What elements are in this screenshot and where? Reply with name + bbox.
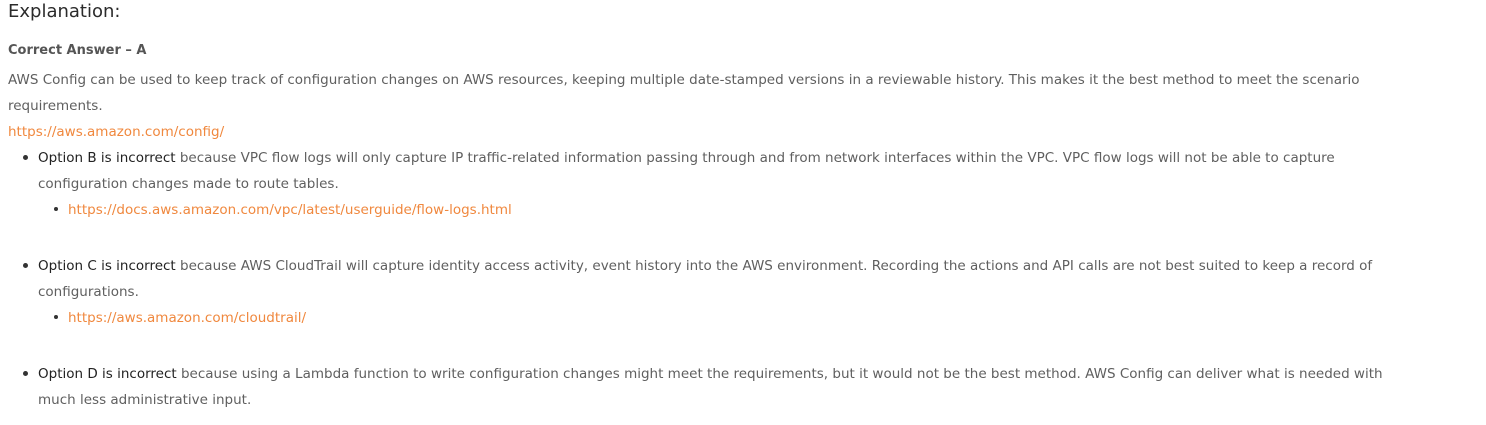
cloudtrail-link[interactable]: https://aws.amazon.com/cloudtrail/	[68, 305, 306, 331]
option-c-text: because AWS CloudTrail will capture iden…	[38, 258, 1373, 300]
option-b-lead: Option B is incorrect	[38, 150, 176, 166]
correct-answer-label: Correct Answer – A	[8, 43, 147, 58]
intro-paragraph: AWS Config can be used to keep track of …	[8, 72, 1360, 114]
option-b-text: because VPC flow logs will only capture …	[38, 150, 1335, 192]
option-d-lead: Option D is incorrect	[38, 366, 177, 382]
sub-bullet-icon	[54, 315, 58, 319]
flow-logs-link[interactable]: https://docs.aws.amazon.com/vpc/latest/u…	[68, 197, 512, 223]
aws-config-link[interactable]: https://aws.amazon.com/config/	[8, 119, 224, 145]
sub-bullet-icon	[54, 207, 58, 211]
option-d-text: because using a Lambda function to write…	[38, 366, 1383, 408]
explanation-heading: Explanation:	[8, 1, 121, 22]
option-c-lead: Option C is incorrect	[38, 258, 176, 274]
bullet-icon	[23, 371, 28, 376]
option-b-explanation: Option B is incorrect because VPC flow l…	[38, 145, 1408, 197]
option-c-explanation: Option C is incorrect because AWS CloudT…	[38, 253, 1408, 305]
option-d-explanation: Option D is incorrect because using a La…	[38, 361, 1408, 413]
bullet-icon	[23, 263, 28, 268]
bullet-icon	[23, 155, 28, 160]
